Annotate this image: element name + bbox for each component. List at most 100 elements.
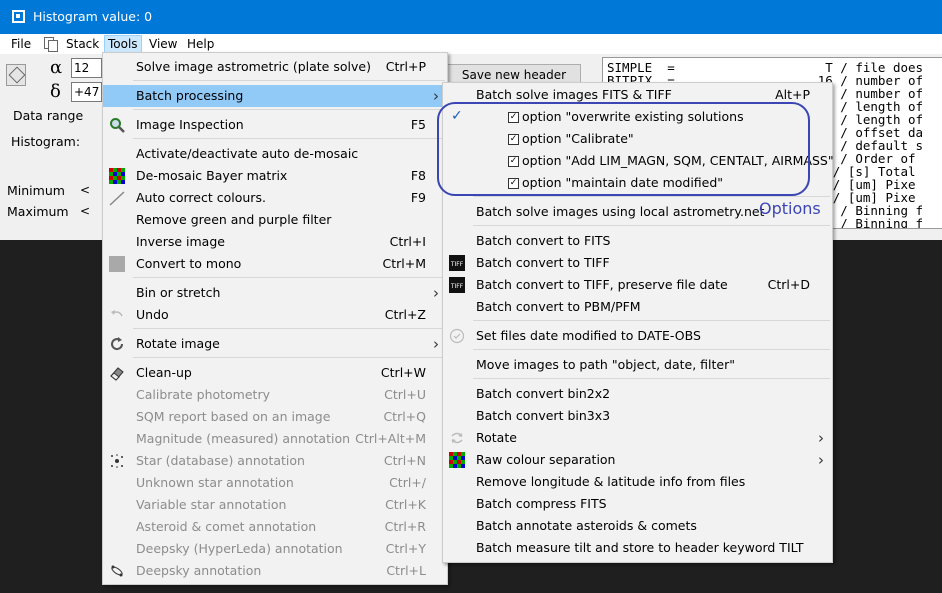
rotate-arrows-icon [449,430,465,446]
menu-item-label: Convert to mono [136,256,242,271]
menu-item-shortcut: Ctrl+N [383,453,426,468]
alpha-label: α [50,57,63,78]
menu-item-label: Image Inspection [136,117,244,132]
chevron-right-icon: › [818,451,824,469]
title-bar: Histogram value: 0 [0,0,942,34]
menu-item-shortcut: F9 [410,190,426,205]
menu-item-label: Magnitude (measured) annotation [136,431,351,446]
menu-item-shortcut: Ctrl+L [386,563,426,578]
menu-item-label: Unknown star annotation [136,475,294,490]
diamond-button[interactable] [6,64,26,86]
menu-item-label: Clean-up [136,365,192,380]
window-title: Histogram value: 0 [33,9,153,24]
tools-menu-item: Deepsky annotation Ctrl+L [103,560,447,582]
tools-menu-item[interactable]: Inverse image Ctrl+I [103,231,447,253]
ra-input[interactable]: 12 18 [71,58,102,78]
menu-bar: File Stack Tools View Help [0,34,942,54]
menu-item-label: Batch annotate asteroids & comets [476,518,697,533]
batch-menu-item[interactable]: Batch convert bin2x2 [443,383,832,405]
menu-item-label: Batch convert bin2x2 [476,386,611,401]
menu-item-shortcut: F8 [410,168,426,183]
menu-item-label: Calibrate photometry [136,387,270,402]
tools-menu-item[interactable]: Undo Ctrl+Z [103,304,447,326]
menu-item-label: Bin or stretch [136,285,221,300]
options-annotation-label: Options [759,199,821,218]
menu-item-label: Rotate image [136,336,220,351]
tools-menu-item[interactable]: Batch processing › [103,85,447,107]
batch-menu-item[interactable]: Batch convert to FITS [443,230,832,252]
data-range-label: Data range [13,108,84,123]
menu-item-label: Batch convert bin3x3 [476,408,611,423]
tools-menu-item[interactable]: Solve image astrometric (plate solve) Ctr… [103,56,447,78]
menu-item-shortcut: Ctrl+M [382,256,427,271]
menu-file[interactable]: File [11,36,31,53]
menu-separator [133,109,445,110]
batch-menu-item[interactable]: Batch compress FITS [443,493,832,515]
tools-menu-item[interactable]: Convert to mono Ctrl+M [103,253,447,275]
tools-menu-item[interactable]: Bin or stretch › [103,282,447,304]
dec-input[interactable]: +47 1 [71,82,102,102]
batch-menu-item[interactable]: Move images to path "object, date, filte… [443,354,832,376]
batch-menu-item[interactable]: TIFF Batch convert to TIFF [443,252,832,274]
tools-menu: Solve image astrometric (plate solve) Ctr… [102,52,448,585]
menu-separator [473,320,830,321]
menu-item-label: Move images to path "object, date, filte… [476,357,736,372]
tools-menu-item: Magnitude (measured) annotation Ctrl+Alt+… [103,428,447,450]
batch-menu-item[interactable]: Set files date modified to DATE-OBS [443,325,832,347]
maximum-left-arrow[interactable]: < [80,204,90,218]
batch-menu-item[interactable]: TIFF Batch convert to TIFF, preserve file… [443,274,832,296]
minimum-label: Minimum [7,183,65,198]
chevron-right-icon: › [433,335,439,353]
maximum-label: Maximum [7,204,69,219]
star-dots-icon [109,453,125,469]
menu-item-label: Batch convert to FITS [476,233,611,248]
batch-menu-item[interactable]: Batch convert to PBM/PFM [443,296,832,318]
tiff-icon: TIFF [449,255,465,271]
tools-menu-item[interactable]: Image Inspection F5 [103,114,447,136]
menu-item-label: Remove longitude & latitude info from fi… [476,474,746,489]
menu-separator [133,357,445,358]
menu-help[interactable]: Help [187,36,214,53]
menu-item-label: De-mosaic Bayer matrix [136,168,288,183]
tools-menu-item[interactable]: Clean-up Ctrl+W [103,362,447,384]
rotate-icon [109,336,125,352]
menu-item-label: Solve image astrometric (plate solve) [136,59,371,74]
tools-menu-item[interactable]: Remove green and purple filter [103,209,447,231]
tools-menu-item[interactable]: Auto correct colours. F9 [103,187,447,209]
svg-text:TIFF: TIFF [450,283,464,290]
bayer-grid-icon [449,452,465,468]
bayer-grid-icon [109,168,125,184]
tools-menu-item: Deepsky (HyperLeda) annotation Ctrl+Y [103,538,447,560]
chevron-right-icon: › [433,284,439,302]
menu-stack[interactable]: Stack [66,36,99,53]
menu-item-label: Batch convert to PBM/PFM [476,299,641,314]
batch-menu-item[interactable]: Batch convert bin3x3 [443,405,832,427]
batch-menu-item[interactable]: Batch annotate asteroids & comets [443,515,832,537]
minimum-left-arrow[interactable]: < [80,183,90,197]
menu-item-shortcut: Ctrl+/ [389,475,426,490]
tools-menu-item[interactable]: De-mosaic Bayer matrix F8 [103,165,447,187]
menu-item-shortcut: Ctrl+D [767,277,810,292]
magnifier-icon [109,117,125,133]
menu-item-shortcut: Ctrl+U [384,387,426,402]
svg-text:TIFF: TIFF [450,261,464,268]
menu-item-label: Rotate [476,430,517,445]
tools-menu-item[interactable]: Rotate image › [103,333,447,355]
batch-menu-item[interactable]: Batch measure tilt and store to header k… [443,537,832,559]
menu-item-label: Auto correct colours. [136,190,266,205]
menu-separator [133,328,445,329]
menu-item-label: Deepsky (HyperLeda) annotation [136,541,343,556]
batch-menu-item[interactable]: Rotate › [443,427,832,449]
tools-menu-item[interactable]: Activate/deactivate auto de-mosaic [103,143,447,165]
menu-view[interactable]: View [149,36,177,53]
menu-item-label: Inverse image [136,234,225,249]
batch-menu-item[interactable]: Raw colour separation › [443,449,832,471]
batch-menu-item[interactable]: Remove longitude & latitude info from fi… [443,471,832,493]
gray-square-icon [109,256,125,272]
menu-item-label: Star (database) annotation [136,453,305,468]
menu-separator [473,196,830,197]
menu-separator [133,80,445,81]
menu-item-shortcut: Ctrl+Y [385,541,426,556]
chevron-right-icon: › [818,429,824,447]
menu-item-label: Batch processing [136,88,244,103]
